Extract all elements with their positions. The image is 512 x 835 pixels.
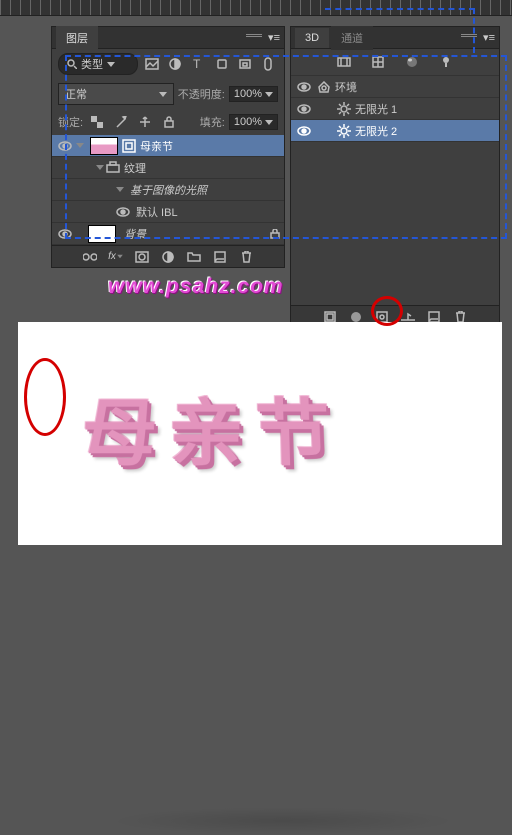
- layers-footer: fx: [52, 245, 284, 267]
- tab-3d[interactable]: 3D: [295, 28, 329, 48]
- panel-menu-icon[interactable]: ▾≡: [268, 31, 280, 44]
- panel-header: 图层 ▾≡: [52, 27, 284, 49]
- link-icon[interactable]: [80, 248, 100, 266]
- 3d-ground-plane: [325, 8, 475, 53]
- annotation-ellipse: [371, 296, 403, 326]
- mask-icon[interactable]: [132, 248, 152, 266]
- fx-icon[interactable]: fx: [106, 248, 126, 266]
- panel-menu-icon[interactable]: ▾≡: [483, 31, 495, 44]
- folder-icon[interactable]: [184, 248, 204, 266]
- tab-layers[interactable]: 图层: [56, 26, 98, 50]
- collapse-icon[interactable]: [246, 34, 262, 42]
- watermark: www.psahz.com: [108, 275, 284, 299]
- adjustment-icon[interactable]: [158, 248, 178, 266]
- 3d-shadow: [108, 807, 458, 835]
- trash-icon[interactable]: [236, 248, 256, 266]
- annotation-ellipse: [24, 358, 66, 436]
- 3d-ground-plane: [65, 55, 507, 239]
- new-layer-icon[interactable]: [210, 248, 230, 266]
- 3d-text-render: 母亲节: [80, 375, 344, 480]
